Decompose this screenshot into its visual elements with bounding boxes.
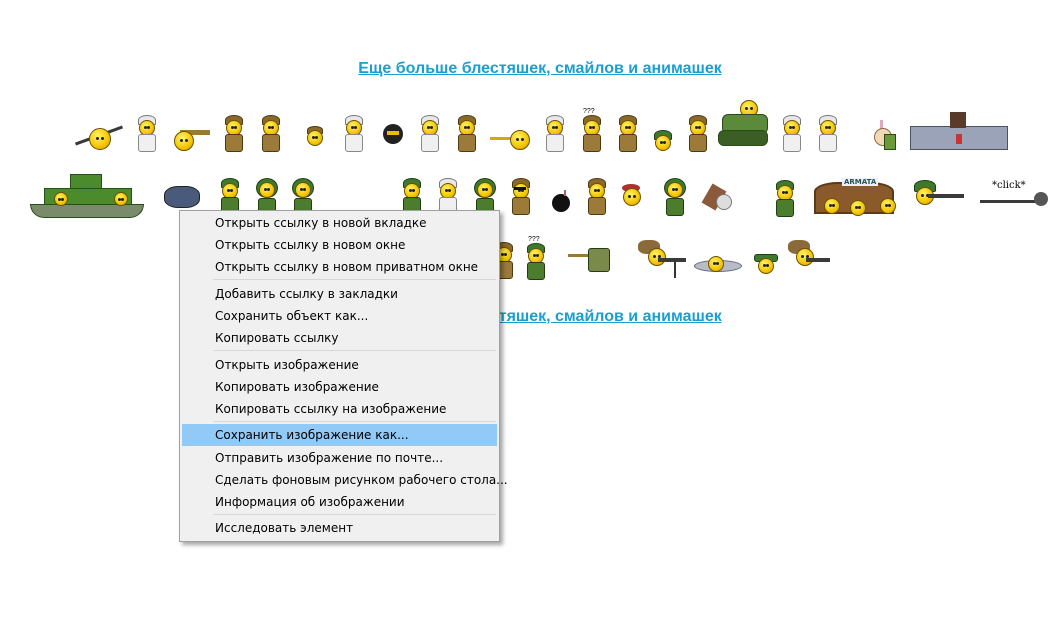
- menu-separator: [213, 514, 496, 515]
- armata-sign-smileys[interactable]: ARMATA: [810, 168, 898, 218]
- menu-separator: [213, 421, 496, 422]
- soldier-smiley-white[interactable]: [135, 115, 157, 152]
- menu-copy-image[interactable]: Копировать изображение: [182, 376, 497, 398]
- smiley-row-1: ???: [0, 100, 1062, 160]
- tank-smiley[interactable]: [718, 100, 768, 150]
- soldier-smiley-white-5[interactable]: [780, 115, 802, 152]
- menu-email-image[interactable]: Отправить изображение по почте...: [182, 447, 497, 469]
- menu-copy-link[interactable]: Копировать ссылку: [182, 327, 497, 349]
- menu-separator: [213, 279, 496, 280]
- question-marks-2: ???: [528, 236, 540, 243]
- armata-sign-text: ARMATA: [842, 178, 879, 186]
- bomb-icon[interactable]: [548, 190, 574, 214]
- soldier-smiley-white-3[interactable]: [418, 115, 440, 152]
- menu-separator: [213, 350, 496, 351]
- menu-inspect-element[interactable]: Исследовать элемент: [182, 517, 497, 539]
- confused-soldier-smiley-2[interactable]: ???: [524, 236, 546, 280]
- sunglasses-soldier-smiley[interactable]: [509, 178, 531, 216]
- more-smileys-link-bottom[interactable]: Еще больше блестяшек, смайлов и анимашек: [0, 308, 1062, 326]
- menu-open-image[interactable]: Открыть изображение: [182, 354, 497, 376]
- menu-set-desktop-background[interactable]: Сделать фоновым рисунком рабочего стола.…: [182, 469, 508, 491]
- menu-open-link-new-window[interactable]: Открыть ссылку в новом окне: [182, 234, 497, 256]
- menu-image-info[interactable]: Информация об изображении: [182, 491, 497, 513]
- small-soldier-smiley[interactable]: [305, 126, 323, 148]
- soldier-smiley-green-3[interactable]: [773, 180, 795, 218]
- click-sniper-smiley[interactable]: *click*: [980, 180, 1050, 214]
- helmet-smiley-green[interactable]: [652, 130, 672, 151]
- question-marks: ???: [583, 108, 595, 115]
- menu-open-link-private-window[interactable]: Открыть ссылку в новом приватном окне: [182, 256, 497, 278]
- soldier-smiley-khaki-2[interactable]: [259, 115, 281, 152]
- menu-copy-image-link[interactable]: Копировать ссылку на изображение: [182, 398, 497, 420]
- smiley-with-key[interactable]: [490, 128, 530, 150]
- smiley-row-2-right: ARMATA *click*: [0, 168, 1062, 228]
- soldier-smiley-khaki-6[interactable]: [585, 178, 607, 216]
- soldier-smiley-white-6[interactable]: [816, 115, 838, 152]
- context-menu: Открыть ссылку в новой вкладке Открыть с…: [179, 210, 508, 542]
- soldier-smiley-white-2[interactable]: [342, 115, 364, 152]
- beret-smiley[interactable]: [620, 184, 652, 214]
- machinegun-nest-smiley-1[interactable]: [638, 240, 688, 280]
- bunny-smiley-with-shield[interactable]: [870, 120, 896, 150]
- airplane-smiley[interactable]: [694, 250, 742, 278]
- fortress-smileys[interactable]: [910, 112, 1008, 150]
- machinegun-smiley[interactable]: [912, 180, 966, 214]
- knight-smiley[interactable]: [700, 180, 734, 214]
- confused-soldier-smiley[interactable]: ???: [580, 108, 602, 152]
- soldier-smiley-khaki-5[interactable]: [686, 115, 708, 152]
- menu-open-link-new-tab[interactable]: Открыть ссылку в новой вкладке: [182, 212, 497, 234]
- more-smileys-link-top[interactable]: Еще больше блестяшек, смайлов и анимашек: [0, 60, 1062, 78]
- cap-smiley[interactable]: [754, 254, 778, 276]
- masked-soldier-smiley[interactable]: [381, 122, 405, 148]
- smiley-row-3: ???: [0, 236, 1062, 296]
- soldier-smiley-khaki-1[interactable]: [222, 115, 244, 152]
- soldier-smiley-khaki-4[interactable]: [616, 115, 638, 152]
- menu-bookmark-link[interactable]: Добавить ссылку в закладки: [182, 283, 497, 305]
- machinegun-nest-smiley-2[interactable]: [788, 240, 832, 280]
- helmet-visor-smiley-4[interactable]: [662, 178, 688, 216]
- soldier-smiley-khaki-3[interactable]: [455, 115, 477, 152]
- menu-save-object-as[interactable]: Сохранить объект как...: [182, 305, 497, 327]
- menu-save-image-as[interactable]: Сохранить изображение как...: [182, 424, 497, 446]
- running-soldier-smiley[interactable]: [568, 240, 618, 278]
- smiley-with-rifles[interactable]: [74, 122, 124, 152]
- click-label: *click*: [992, 180, 1026, 191]
- soldier-smiley-white-4[interactable]: [543, 115, 565, 152]
- smiley-with-bazooka[interactable]: [170, 126, 210, 151]
